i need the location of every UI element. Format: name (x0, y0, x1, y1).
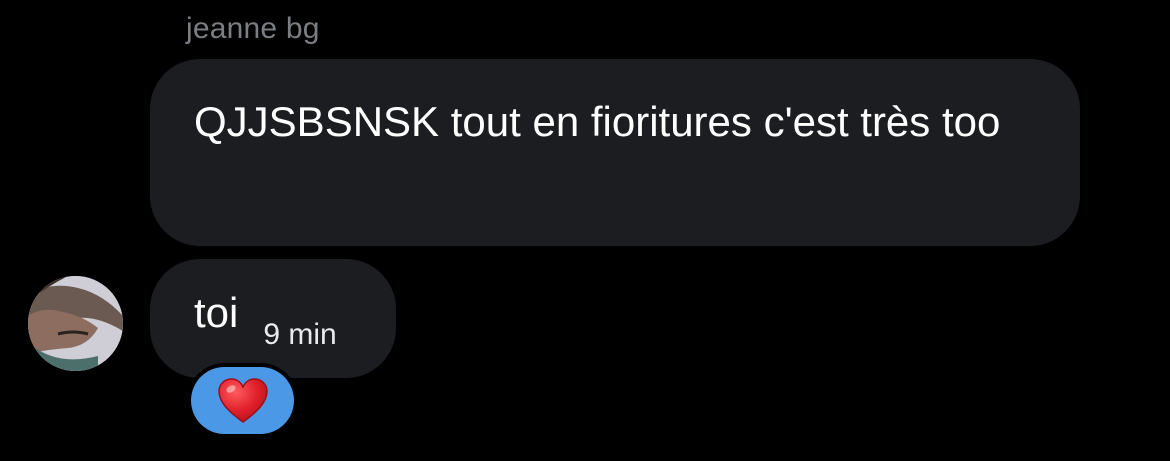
message-bubble[interactable]: toi 9 min (150, 259, 396, 378)
reaction-badge[interactable] (187, 363, 298, 438)
avatar-photo (28, 276, 123, 371)
reaction-pill (191, 367, 294, 434)
message-bubble[interactable]: QJJSBSNSK tout en fioritures c'est très … (150, 59, 1080, 246)
message-timestamp: 9 min (263, 317, 337, 351)
sender-name: jeanne bg (186, 12, 320, 45)
heart-emoji-icon (217, 377, 268, 423)
avatar[interactable] (28, 276, 123, 371)
chat-thread: jeanne bg QJJSBSNSK tout en fioritures c… (0, 0, 1170, 461)
message-text: toi (194, 288, 239, 336)
message-text: QJJSBSNSK tout en fioritures c'est très … (194, 98, 1001, 145)
